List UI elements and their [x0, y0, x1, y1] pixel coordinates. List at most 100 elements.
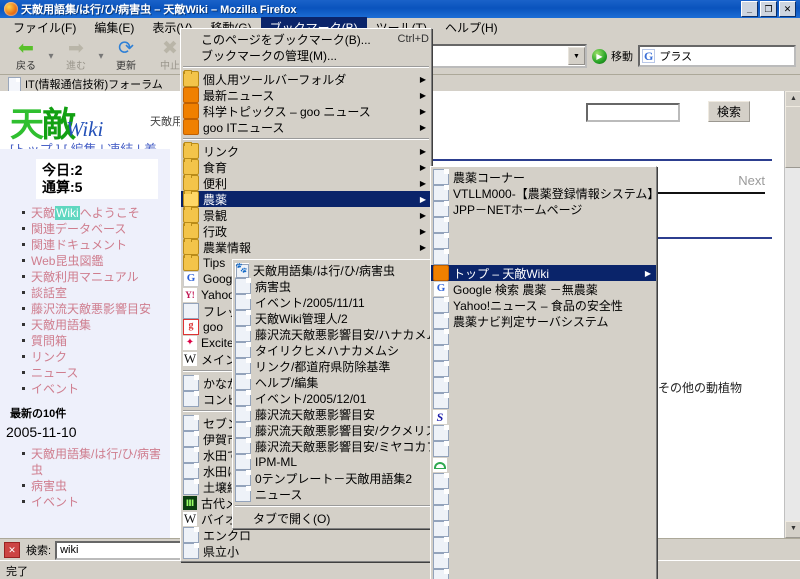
forward-button[interactable]: ➡ 進む: [54, 39, 98, 73]
url-dropdown-icon[interactable]: ▼: [568, 47, 585, 65]
sidebar-link-4[interactable]: 天敵利用マニュアル: [22, 269, 170, 285]
reload-button[interactable]: ⟳ 更新: [104, 39, 148, 73]
nouyaku-menu-item-8[interactable]: Yahoo!ニュース – 食品の安全性: [431, 297, 656, 313]
bookmarks-menu-item-8[interactable]: リンク▶: [181, 143, 431, 159]
nouyaku-menu-item-9[interactable]: 農薬ナビ判定サーバシステム: [431, 313, 656, 329]
nouyaku-menu-item-15[interactable]: S: [431, 409, 656, 425]
bookmarks-menu-item-12[interactable]: 景観▶: [181, 207, 431, 223]
sidebar-link-9[interactable]: リンク: [22, 349, 170, 365]
top-menu-item-13[interactable]: 0テンプレート－天敵用語集2: [233, 470, 433, 486]
top-menu-item-2[interactable]: イベント/2005/11/11: [233, 294, 433, 310]
bookmarks-menu-item-3[interactable]: 個人用ツールバーフォルダ▶: [181, 71, 431, 87]
search-bar[interactable]: G プラス: [638, 45, 796, 67]
sidebar-link-2[interactable]: イベント: [22, 494, 170, 510]
sidebar-link-8[interactable]: 質問箱: [22, 333, 170, 349]
bookmarks-menu-item-13[interactable]: 行政▶: [181, 223, 431, 239]
top-menu-item-3[interactable]: 天敵Wiki管理人/2: [233, 310, 433, 326]
bookmarks-menu-item-6[interactable]: goo ITニュース▶: [181, 119, 431, 135]
top-menu-item-0[interactable]: 天敵用語集/は行/ひ/病害虫: [233, 262, 433, 278]
nouyaku-menu-item-13[interactable]: [431, 377, 656, 393]
top-menu-item-8[interactable]: イベント/2005/12/01: [233, 390, 433, 406]
nouyaku-menu-item-2[interactable]: JPP－NETホームページ: [431, 201, 656, 217]
page-scrollbar[interactable]: ▲ ▼: [784, 91, 800, 538]
top-menu-item-11[interactable]: 藤沢流天敵悪影響目安/ミヤコカブリダニ: [233, 438, 433, 454]
top-menu-item-6[interactable]: リンク/都道府県防除基準: [233, 358, 433, 374]
top-menu-item-12[interactable]: IPM-ML: [233, 454, 433, 470]
site-search-input[interactable]: [586, 103, 680, 122]
scroll-thumb[interactable]: [785, 106, 800, 168]
doc-icon: [433, 249, 449, 265]
nouyaku-menu-item-5[interactable]: [431, 249, 656, 265]
nouyaku-menu-item-6[interactable]: トップ – 天敵Wiki▶: [431, 265, 656, 281]
go-label[interactable]: 移動: [611, 48, 633, 64]
bookmarks-menu-item-0[interactable]: このページをブックマーク(B)...Ctrl+D: [181, 31, 431, 47]
sidebar-link-11[interactable]: イベント: [22, 381, 170, 397]
sidebar-link-6[interactable]: 藤沢流天敵悪影響目安: [22, 301, 170, 317]
top-menu-item-5[interactable]: タイリクヒメハナカメムシ: [233, 342, 433, 358]
bookmarks-menu-item-14[interactable]: 農業情報▶: [181, 239, 431, 255]
menubar-item-6[interactable]: ヘルプ(H): [436, 17, 507, 38]
sidebar-link-1[interactable]: 病害虫: [22, 478, 170, 494]
maximize-button[interactable]: ❐: [760, 1, 777, 17]
bookmarks-menu-item-33[interactable]: エンクロ: [181, 527, 431, 543]
nouyaku-menu-item-14[interactable]: [431, 393, 656, 409]
nouyaku-menu-item-20[interactable]: [431, 489, 656, 505]
sidebar-link-0[interactable]: 天敵Wikiへようこそ: [22, 205, 170, 221]
top-menu-item-14[interactable]: ニュース: [233, 486, 433, 502]
bookmarks-menu-item-34[interactable]: 県立小: [181, 543, 431, 559]
menubar-item-1[interactable]: 編集(E): [85, 17, 143, 38]
sidebar-link-0[interactable]: 天敵用語集/は行/ひ/病害虫: [22, 446, 170, 478]
close-icon[interactable]: ✕: [4, 542, 20, 558]
next-link[interactable]: Next: [738, 173, 765, 188]
nouyaku-menu-item-10[interactable]: [431, 329, 656, 345]
scroll-down-button[interactable]: ▼: [785, 521, 800, 538]
minimize-button[interactable]: _: [741, 1, 758, 17]
nouyaku-menu-item-12[interactable]: [431, 361, 656, 377]
nouyaku-menu-item-1[interactable]: VTLLM000-【農薬登録情報システム】: [431, 185, 656, 201]
top-menu-item-16[interactable]: タブで開く(O): [233, 510, 433, 526]
nouyaku-menu-item-3[interactable]: [431, 217, 656, 233]
top-menu-label: 藤沢流天敵悪影響目安/ミヤコカブリダニ: [255, 438, 431, 455]
close-button[interactable]: ✕: [779, 1, 796, 17]
bookmarks-menu-item-5[interactable]: 科学トピックス – goo ニュース▶: [181, 103, 431, 119]
menubar-item-0[interactable]: ファイル(F): [4, 17, 85, 38]
nouyaku-menu-item-23[interactable]: [431, 537, 656, 553]
sidebar-link-5[interactable]: 談話室: [22, 285, 170, 301]
top-menu-item-9[interactable]: 藤沢流天敵悪影響目安: [233, 406, 433, 422]
nouyaku-menu-item-21[interactable]: [431, 505, 656, 521]
nouyaku-menu-item-7[interactable]: GGoogle 検索 農薬 －無農薬: [431, 281, 656, 297]
sidebar-link-3[interactable]: Web昆虫図鑑: [22, 253, 170, 269]
sidebar-link-7[interactable]: 天敵用語集: [22, 317, 170, 333]
bookmarks-menu-item-9[interactable]: 食育▶: [181, 159, 431, 175]
nouyaku-menu-item-17[interactable]: [431, 441, 656, 457]
nouyaku-menu-item-25[interactable]: [431, 569, 656, 579]
nouyaku-menu-item-11[interactable]: [431, 345, 656, 361]
top-menu-item-1[interactable]: 病害虫: [233, 278, 433, 294]
nouyaku-menu-item-22[interactable]: [431, 521, 656, 537]
sidebar-link-1[interactable]: 関連データベース: [22, 221, 170, 237]
back-button[interactable]: ⬅ 戻る: [4, 39, 48, 73]
nouyaku-submenu[interactable]: 農薬コーナーVTLLM000-【農薬登録情報システム】JPP－NETホームページ…: [430, 166, 657, 579]
bookmarks-menu-item-1[interactable]: ブックマークの管理(M)...: [181, 47, 431, 63]
nouyaku-menu-item-18[interactable]: [431, 457, 656, 473]
find-input[interactable]: wiki: [55, 541, 195, 560]
site-search-button[interactable]: 検索: [708, 101, 750, 122]
sidebar-link-10[interactable]: ニュース: [22, 365, 170, 381]
sidebar-link-list: 天敵Wikiへようこそ関連データベース関連ドキュメントWeb昆虫図鑑天敵利用マニ…: [0, 205, 170, 397]
nouyaku-menu-item-16[interactable]: [431, 425, 656, 441]
menu-accelerator: Ctrl+D: [380, 33, 429, 45]
top-menu-item-7[interactable]: ヘルプ/編集: [233, 374, 433, 390]
top-menu-item-4[interactable]: 藤沢流天敵悪影響目安/ハナカメムシ類: [233, 326, 433, 342]
nouyaku-menu-item-0[interactable]: 農薬コーナー: [431, 169, 656, 185]
nouyaku-menu-item-24[interactable]: [431, 553, 656, 569]
bookmarks-menu-item-11[interactable]: 農薬▶: [181, 191, 431, 207]
bookmarks-menu-item-4[interactable]: 最新ニュース▶: [181, 87, 431, 103]
top-tenteki-wiki-submenu[interactable]: 天敵用語集/は行/ひ/病害虫病害虫イベント/2005/11/11天敵Wiki管理…: [232, 259, 434, 529]
go-icon[interactable]: ▶: [592, 49, 607, 64]
top-menu-item-10[interactable]: 藤沢流天敵悪影響目安/ククメリスカブリダニ: [233, 422, 433, 438]
search-input[interactable]: プラス: [659, 48, 692, 64]
nouyaku-menu-item-19[interactable]: [431, 473, 656, 489]
nouyaku-menu-item-4[interactable]: [431, 233, 656, 249]
bookmarks-menu-item-10[interactable]: 便利▶: [181, 175, 431, 191]
sidebar-link-2[interactable]: 関連ドキュメント: [22, 237, 170, 253]
